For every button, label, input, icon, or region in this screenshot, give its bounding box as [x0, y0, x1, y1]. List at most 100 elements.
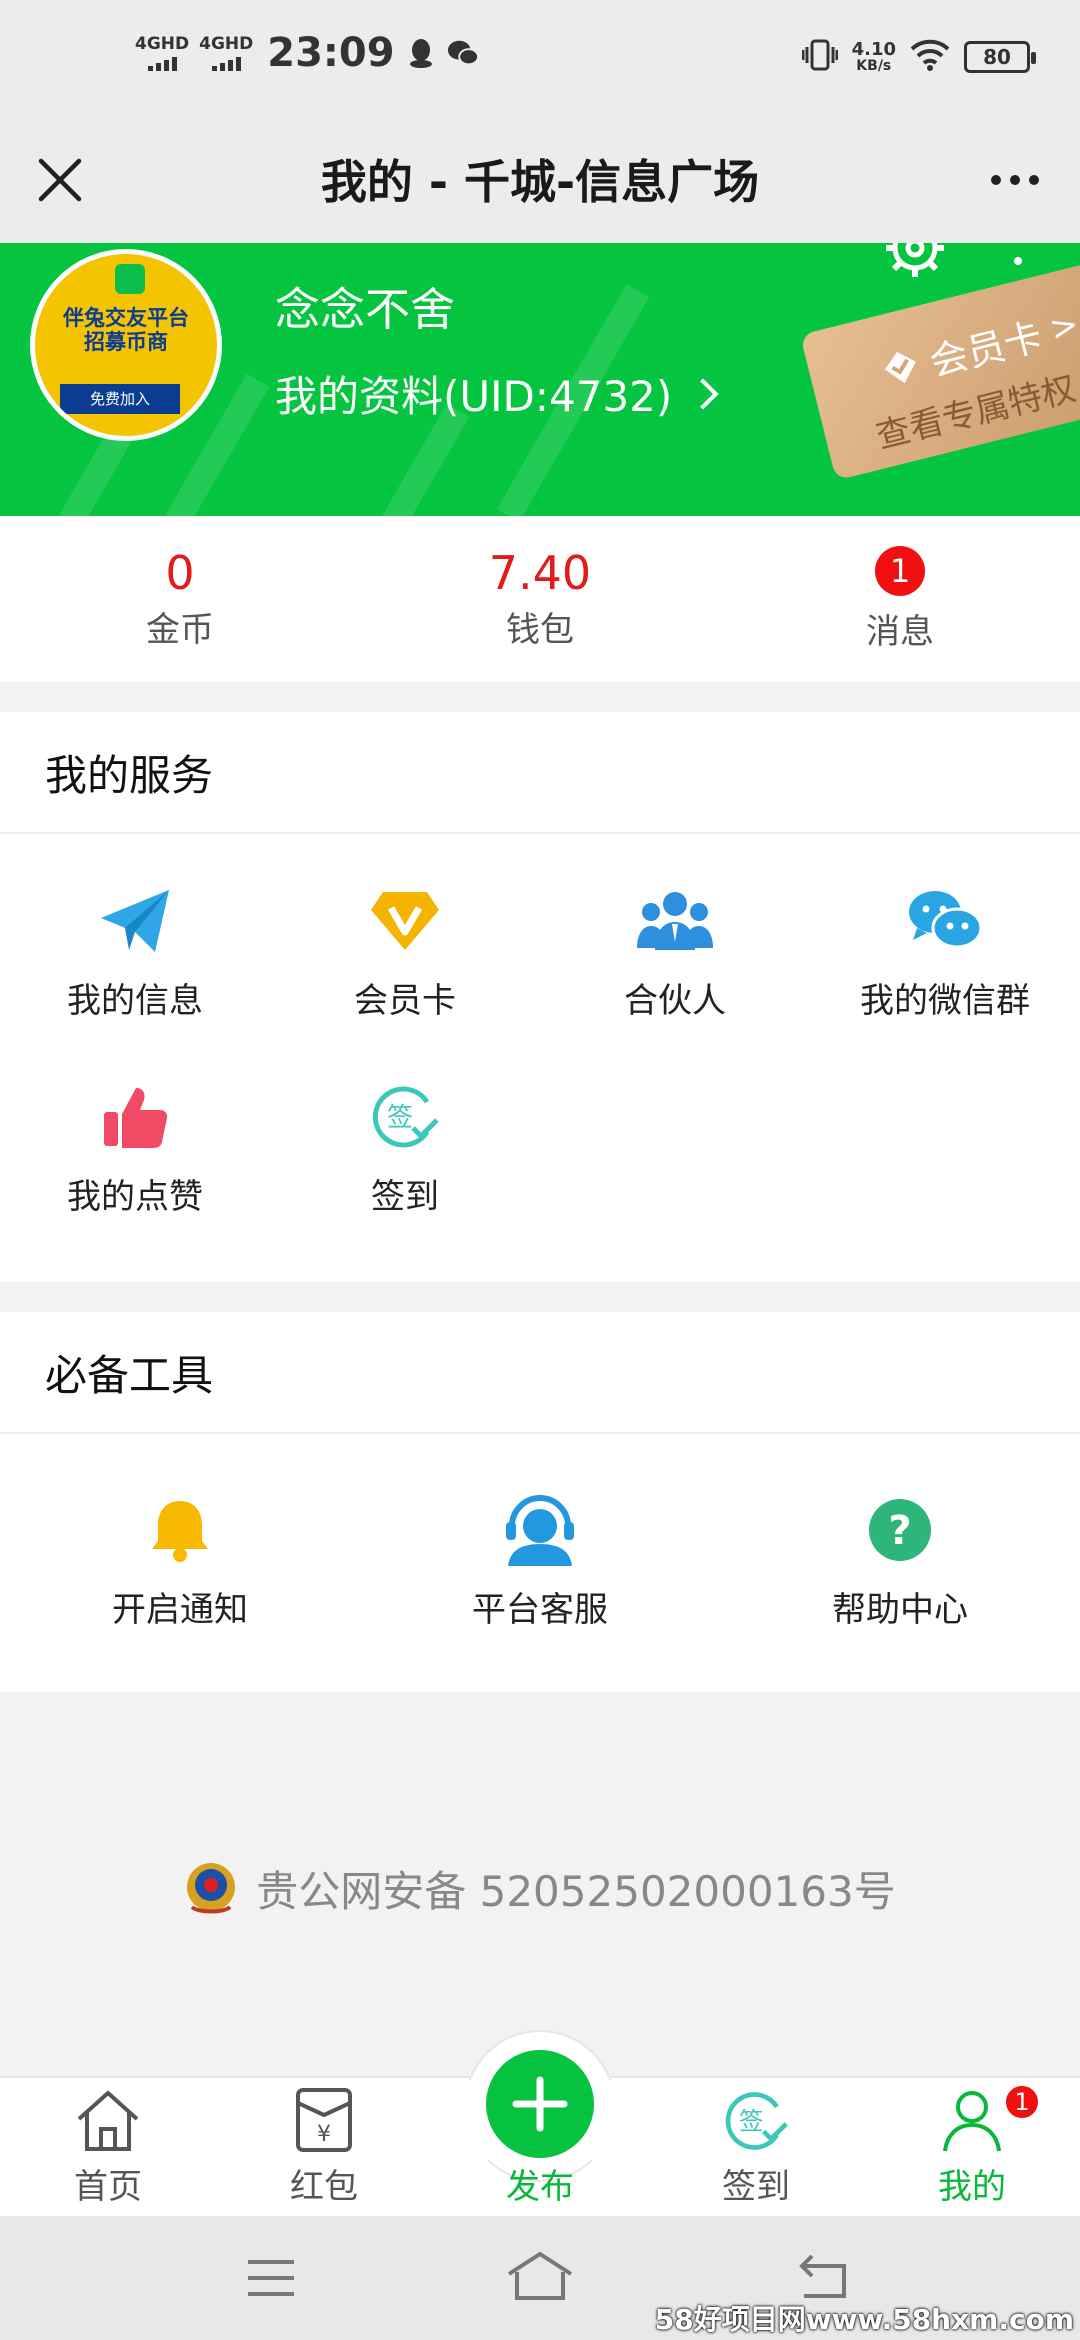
- signal-1-icon: 4GHD: [135, 33, 190, 71]
- nav-red-packet[interactable]: ¥ 红包: [216, 2078, 432, 2218]
- username: 念念不舍: [275, 283, 456, 336]
- bottom-nav: 首页 ¥ 红包 发布 签 签到 我的 1: [0, 2030, 1080, 2218]
- chevron-right-icon: [687, 377, 719, 410]
- avatar[interactable]: 伴兔交友平台 招募币商 免费加入: [30, 249, 222, 441]
- profile-link-label: 我的资料(UID:4732): [275, 372, 673, 421]
- network-type-1: 4GHD: [135, 33, 190, 54]
- profile-more-button[interactable]: [1008, 243, 1028, 273]
- tool-customer-service[interactable]: 平台客服: [360, 1434, 720, 1688]
- settings-button[interactable]: [880, 243, 950, 283]
- avatar-logo-icon: [115, 264, 145, 294]
- page-title: 我的 - 千城-信息广场: [320, 155, 760, 209]
- icp-text: 贵公网安备 52052502000163号: [256, 1866, 896, 1916]
- avatar-text: 伴兔交友平台 招募币商: [63, 306, 189, 355]
- signal-2-icon: 4GHD: [199, 33, 254, 71]
- service-label: 我的信息: [67, 980, 203, 1021]
- chevron-right-icon: >: [1045, 303, 1080, 350]
- more-menu-button[interactable]: [980, 150, 1050, 210]
- checkin-icon: 签: [725, 2092, 788, 2150]
- watermark: 58好项目网www.58hxm.com: [654, 2303, 1074, 2336]
- wallet-stat[interactable]: 7.40 钱包: [360, 516, 720, 682]
- nav-home[interactable]: 首页: [0, 2078, 216, 2218]
- stats-row: 0 金币 7.40 钱包 1 消息: [0, 516, 1080, 682]
- nav-mine[interactable]: 我的 1: [864, 2078, 1080, 2218]
- service-partners[interactable]: 合伙人: [540, 854, 810, 1050]
- customer-service-icon: [502, 1492, 578, 1568]
- coins-value: 0: [165, 546, 195, 601]
- wallet-value: 7.40: [488, 546, 592, 601]
- more-dot-icon: [1010, 175, 1020, 185]
- mine-badge: 1: [1004, 2084, 1040, 2120]
- battery-icon: 80: [964, 41, 1036, 73]
- nav-publish[interactable]: 发布: [432, 2078, 648, 2218]
- service-label: 我的微信群: [860, 980, 1030, 1021]
- status-time: 23:09: [267, 30, 395, 76]
- messages-badge: 1: [875, 545, 925, 596]
- qq-icon: [405, 37, 437, 69]
- messages-label: 消息: [866, 611, 934, 652]
- title-bar: 我的 - 千城-信息广场: [0, 120, 1080, 243]
- nav-label: 发布: [506, 2167, 574, 2207]
- nav-label: 我的: [938, 2167, 1006, 2207]
- police-emblem-icon: [187, 1863, 236, 1914]
- service-my-info[interactable]: 我的信息: [0, 854, 270, 1050]
- messages-stat[interactable]: 1 消息: [720, 516, 1080, 682]
- service-wechat-groups[interactable]: 我的微信群: [810, 854, 1080, 1050]
- profile-header: 伴兔交友平台 招募币商 免费加入 念念不舍 我的资料(UID:4732) 会员卡…: [0, 243, 1080, 516]
- menu-icon: [248, 2260, 294, 2296]
- wechat-icon: [907, 883, 983, 959]
- nav-checkin[interactable]: 签 签到: [648, 2078, 864, 2218]
- my-profile-link[interactable]: 我的资料(UID:4732): [275, 363, 719, 424]
- wallet-label: 钱包: [506, 609, 574, 650]
- paper-plane-icon: [97, 883, 173, 959]
- help-icon: ?: [862, 1492, 938, 1568]
- service-label: 我的点赞: [67, 1176, 203, 1217]
- service-vip-card[interactable]: 会员卡: [270, 854, 540, 1050]
- tool-notifications[interactable]: 开启通知: [0, 1434, 360, 1688]
- avatar-banner: 免费加入: [60, 384, 180, 414]
- system-nav-bar: 58好项目网www.58hxm.com: [0, 2216, 1080, 2340]
- home-outline-icon: [507, 2251, 573, 2300]
- partners-icon: [637, 883, 713, 959]
- vip-card-entry[interactable]: 会员卡 > 查看专属特权: [800, 257, 1080, 481]
- service-my-likes[interactable]: 我的点赞: [0, 1050, 270, 1246]
- section-title: 必备工具: [0, 1312, 1080, 1434]
- svg-text:签: 签: [739, 2107, 764, 2136]
- wechat-status-icon: [447, 37, 479, 69]
- nav-label: 签到: [722, 2167, 790, 2207]
- coins-stat[interactable]: 0 金币: [0, 516, 360, 682]
- svg-text:签: 签: [387, 1103, 413, 1133]
- my-services-section: 我的服务 我的信息 会员卡 合伙人 我的微信群 我的点赞 签 签到: [0, 712, 1080, 1282]
- nav-label: 红包: [290, 2167, 358, 2207]
- tool-help-center[interactable]: ? 帮助中心: [720, 1434, 1080, 1688]
- bell-icon: [142, 1492, 218, 1568]
- svg-text:¥: ¥: [317, 2122, 331, 2147]
- vibrate-icon: [801, 38, 839, 76]
- service-label: 合伙人: [624, 980, 726, 1021]
- svg-text:?: ?: [888, 1508, 911, 1554]
- tool-label: 开启通知: [112, 1589, 248, 1630]
- network-type-2: 4GHD: [199, 33, 254, 54]
- gear-icon: [886, 243, 944, 277]
- more-vertical-icon: [1014, 257, 1022, 265]
- status-bar: 4GHD 4GHD 23:09 4.10 KB/s 80: [0, 0, 1080, 120]
- user-icon: [943, 2091, 1001, 2152]
- service-label: 签到: [371, 1176, 439, 1217]
- tool-label: 帮助中心: [832, 1589, 968, 1630]
- tool-label: 平台客服: [472, 1589, 608, 1630]
- vip-check-icon: [884, 351, 916, 383]
- red-packet-icon: ¥: [296, 2088, 352, 2152]
- more-dot-icon: [991, 175, 1001, 185]
- thumbs-up-icon: [97, 1079, 173, 1155]
- recents-button[interactable]: [236, 2248, 306, 2308]
- service-checkin[interactable]: 签 签到: [270, 1050, 540, 1246]
- network-speed: 4.10 KB/s: [851, 39, 896, 74]
- vip-diamond-icon: [367, 883, 443, 959]
- service-label: 会员卡: [354, 980, 456, 1021]
- checkin-icon: 签: [367, 1079, 443, 1155]
- coins-label: 金币: [146, 609, 214, 650]
- home-system-button[interactable]: [505, 2248, 575, 2308]
- nav-label: 首页: [74, 2167, 142, 2207]
- icp-record[interactable]: 贵公网安备 52052502000163号: [0, 1848, 1080, 1928]
- tools-section: 必备工具 开启通知 平台客服 ? 帮助中心: [0, 1312, 1080, 1692]
